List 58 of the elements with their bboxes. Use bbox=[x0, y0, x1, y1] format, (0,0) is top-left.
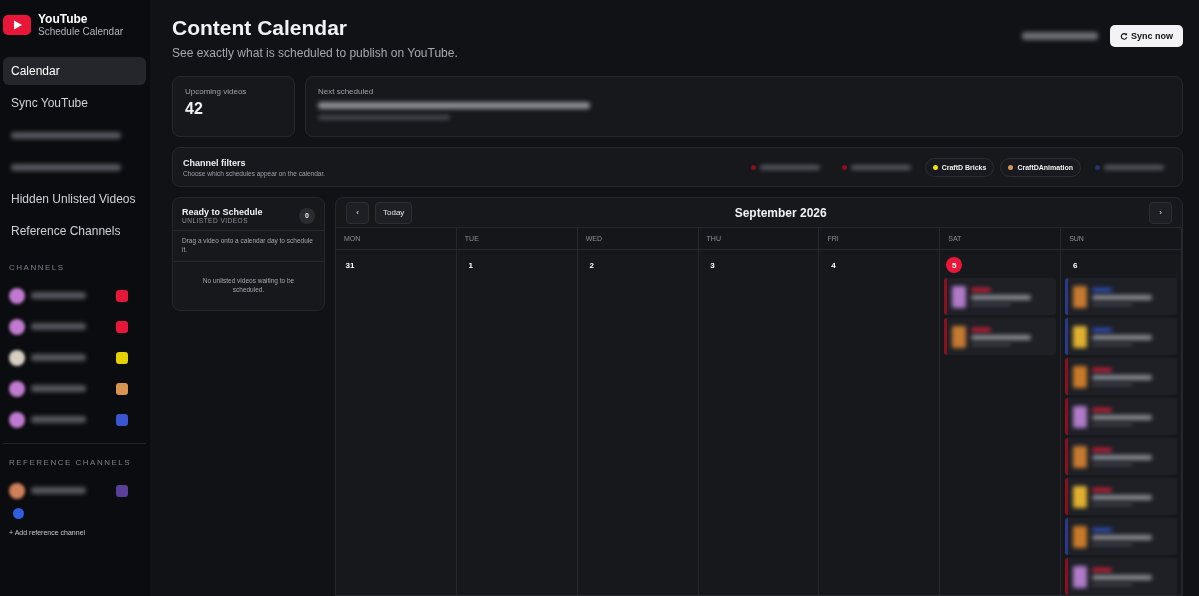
nav-item[interactable]: Sync YouTube bbox=[3, 89, 146, 117]
event-card[interactable] bbox=[1065, 358, 1177, 395]
page-title: Content Calendar bbox=[172, 16, 348, 40]
nav-item[interactable]: Hidden Unlisted Videos bbox=[3, 185, 146, 213]
event-card[interactable] bbox=[1065, 478, 1177, 515]
stat-label: Upcoming videos bbox=[185, 87, 248, 96]
event-card[interactable] bbox=[944, 278, 1057, 315]
blurred-text bbox=[31, 323, 86, 330]
month-title: September 2026 bbox=[734, 205, 827, 220]
avatar bbox=[9, 349, 25, 366]
event-card[interactable] bbox=[1065, 518, 1177, 555]
day-cell[interactable]: 31 bbox=[336, 250, 457, 595]
date-number: 2 bbox=[588, 259, 595, 272]
blurred-text bbox=[31, 354, 86, 361]
event-card[interactable] bbox=[1065, 278, 1177, 315]
date-number: 4 bbox=[830, 259, 837, 272]
date-number: 3 bbox=[709, 259, 716, 272]
day-cell[interactable]: 3 bbox=[698, 250, 820, 595]
brand-title: YouTube bbox=[38, 12, 89, 26]
section-heading: CHANNELS bbox=[8, 262, 66, 274]
day-cell[interactable]: 5 bbox=[940, 250, 1062, 595]
today-button[interactable]: Today bbox=[375, 201, 413, 224]
avatar bbox=[9, 380, 25, 397]
date-number: 5 bbox=[946, 257, 963, 273]
event-card[interactable] bbox=[1065, 558, 1177, 595]
section-heading: REFERENCE CHANNELS bbox=[8, 457, 133, 469]
event-card[interactable] bbox=[1065, 398, 1177, 435]
day-cell[interactable]: 4 bbox=[819, 250, 941, 595]
event-card[interactable] bbox=[944, 318, 1057, 355]
date-number: 31 bbox=[344, 259, 356, 272]
nav-item[interactable]: Reference Channels bbox=[3, 217, 146, 245]
panel-title: Ready to Schedule bbox=[182, 207, 263, 217]
blurred-text bbox=[31, 487, 86, 494]
stat-value: 42 bbox=[185, 100, 204, 118]
day-cell[interactable]: 1 bbox=[456, 250, 578, 595]
page-subtitle: See exactly what is scheduled to publish on YouTube. bbox=[172, 46, 458, 60]
previous-button[interactable]: ‹ bbox=[346, 201, 369, 224]
avatar bbox=[9, 318, 25, 335]
avatar bbox=[9, 287, 25, 304]
filters-title: Channel filters bbox=[183, 157, 247, 168]
avatar bbox=[9, 411, 25, 428]
blurred-text bbox=[31, 385, 86, 392]
avatar bbox=[9, 482, 25, 499]
sync-button[interactable]: Sync now bbox=[1110, 25, 1183, 47]
brand-subtitle: Schedule Calendar bbox=[38, 26, 124, 37]
day-cell[interactable]: 2 bbox=[577, 250, 699, 595]
blurred-text bbox=[31, 416, 86, 423]
next-button[interactable]: › bbox=[1149, 201, 1172, 224]
date-number: 6 bbox=[1071, 259, 1079, 272]
youtube-logo-icon bbox=[3, 14, 31, 35]
blurred-text bbox=[31, 292, 86, 299]
event-card[interactable] bbox=[1065, 438, 1177, 475]
day-cell[interactable]: 6 bbox=[1061, 250, 1182, 595]
nav-item[interactable]: Calendar bbox=[3, 57, 146, 85]
refresh-icon bbox=[1120, 32, 1128, 40]
date-number: 1 bbox=[467, 259, 475, 272]
event-card[interactable] bbox=[1065, 318, 1177, 355]
stat-label: Next scheduled bbox=[318, 87, 375, 96]
